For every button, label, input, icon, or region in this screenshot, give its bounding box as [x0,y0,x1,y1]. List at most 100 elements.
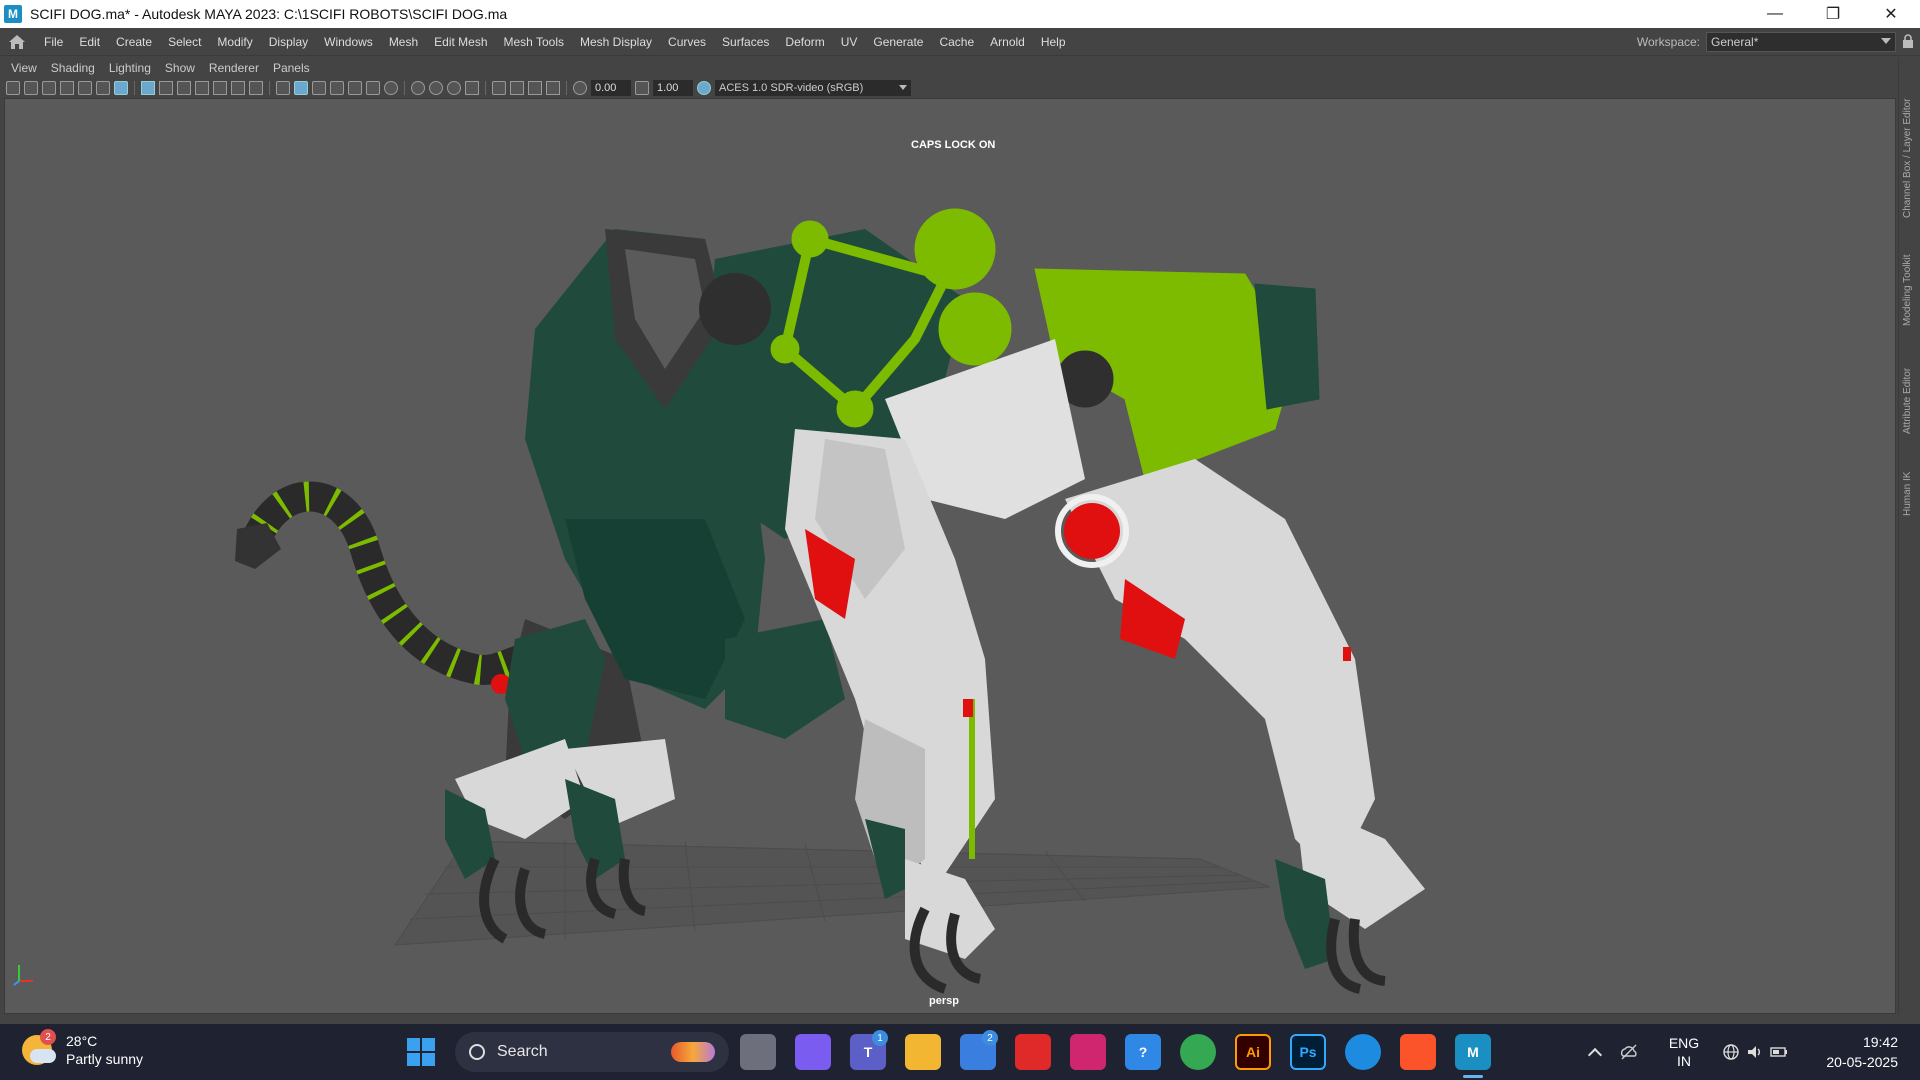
menu-display[interactable]: Display [261,35,316,49]
tab-modeling-toolkit[interactable]: Modeling Toolkit [1902,234,1918,326]
menu-deform[interactable]: Deform [777,35,832,49]
brave-icon[interactable] [1400,1034,1436,1070]
depth-of-field-icon[interactable] [528,81,542,95]
grid-icon[interactable] [141,81,155,95]
textured-icon[interactable] [330,81,344,95]
windows-logo-tile [422,1053,435,1066]
bookmark-icon[interactable] [42,81,56,95]
title-bar: M SCIFI DOG.ma* - Autodesk MAYA 2023: C:… [0,0,1920,28]
tab-channel-box[interactable]: Channel Box / Layer Editor [1902,68,1918,218]
menu-generate[interactable]: Generate [865,35,931,49]
gamma-icon[interactable] [635,81,649,95]
xray-icon[interactable] [429,81,443,95]
menu-edit[interactable]: Edit [71,35,108,49]
panel-menu-lighting[interactable]: Lighting [102,61,158,75]
microsoft-store-icon[interactable]: 2 [960,1030,998,1070]
exposure-icon[interactable] [573,81,587,95]
grease-pencil-icon[interactable] [78,81,92,95]
show-hidden-icons-chevron-icon[interactable] [1587,1047,1603,1063]
panel-menu-view[interactable]: View [4,61,44,75]
screen-space-ao-icon[interactable] [384,81,398,95]
menu-arnold[interactable]: Arnold [982,35,1033,49]
perspective-viewport[interactable]: CAPS LOCK ON persp [4,98,1896,1014]
maya-taskbar-icon[interactable]: M [1455,1034,1491,1078]
red-diamond-app-icon[interactable] [1015,1034,1051,1070]
smooth-shade-icon[interactable] [294,81,308,95]
panel-menu-renderer[interactable]: Renderer [202,61,266,75]
exposure-field[interactable]: 0.00 [591,80,631,96]
illustrator-icon[interactable]: Ai [1235,1034,1271,1070]
chrome-icon[interactable] [1180,1034,1216,1070]
start-button[interactable] [407,1038,435,1066]
menu-mesh-tools[interactable]: Mesh Tools [496,35,572,49]
image-plane-icon[interactable] [60,81,74,95]
gamma-field[interactable]: 1.00 [653,80,693,96]
onedrive-cloud-icon[interactable] [1620,1043,1638,1061]
forza-icon[interactable] [1070,1034,1106,1070]
color-space-dropdown[interactable]: ACES 1.0 SDR-video (sRGB) [715,80,911,96]
field-chart-icon[interactable] [213,81,227,95]
partly-sunny-icon: 2 [22,1029,56,1065]
resolution-gate-icon[interactable] [177,81,191,95]
menu-edit-mesh[interactable]: Edit Mesh [426,35,495,49]
copilot-icon[interactable] [795,1034,831,1070]
menu-windows[interactable]: Windows [316,35,381,49]
multisample-aa-icon[interactable] [510,81,524,95]
menu-help[interactable]: Help [1033,35,1074,49]
network-globe-icon[interactable] [1722,1043,1740,1061]
wireframe-icon[interactable] [276,81,290,95]
wireframe-on-shaded-icon[interactable] [312,81,326,95]
tab-human-ik[interactable]: Human IK [1902,456,1918,516]
task-view-icon[interactable] [740,1034,776,1070]
tab-attribute-editor[interactable]: Attribute Editor [1902,344,1918,434]
film-gate-icon[interactable] [159,81,173,95]
safe-title-icon[interactable] [249,81,263,95]
workspace-dropdown[interactable]: General* [1706,32,1896,52]
volume-icon[interactable] [1746,1043,1764,1061]
edge-icon[interactable] [1345,1034,1381,1070]
menu-curves[interactable]: Curves [660,35,714,49]
menu-mesh-display[interactable]: Mesh Display [572,35,660,49]
file-explorer-icon[interactable] [905,1034,941,1070]
motion-blur-icon[interactable] [492,81,506,95]
xray-components-icon[interactable] [465,81,479,95]
weather-widget[interactable]: 2 28°C Partly sunny [22,1029,143,1068]
panel-menu-show[interactable]: Show [158,61,202,75]
menu-select[interactable]: Select [160,35,209,49]
camera-attributes-icon[interactable] [24,81,38,95]
menu-modify[interactable]: Modify [209,35,260,49]
minimize-button[interactable]: — [1746,0,1804,28]
view-transform-icon[interactable] [546,81,560,95]
teams-icon[interactable]: T 1 [850,1030,888,1070]
2d-pan-zoom-icon[interactable] [96,81,110,95]
get-help-icon[interactable]: ? [1125,1034,1161,1070]
menu-cache[interactable]: Cache [931,35,982,49]
language-indicator[interactable]: ENG IN [1666,1034,1702,1070]
battery-icon[interactable] [1770,1043,1788,1061]
restore-button[interactable]: ❐ [1804,0,1862,28]
menu-surfaces[interactable]: Surfaces [714,35,777,49]
menu-file[interactable]: File [36,35,71,49]
menu-mesh[interactable]: Mesh [381,35,426,49]
use-all-lights-icon[interactable] [348,81,362,95]
camera-lock-icon[interactable] [114,81,128,95]
toolbar-divider [404,81,405,95]
color-management-icon[interactable] [697,81,711,95]
close-button[interactable]: ✕ [1862,0,1920,28]
safe-action-icon[interactable] [231,81,245,95]
xray-joints-icon[interactable] [447,81,461,95]
menu-create[interactable]: Create [108,35,160,49]
isolate-select-icon[interactable] [411,81,425,95]
menu-uv[interactable]: UV [833,35,866,49]
photoshop-icon[interactable]: Ps [1290,1034,1326,1070]
gate-mask-icon[interactable] [195,81,209,95]
camera-select-icon[interactable] [6,81,20,95]
lock-icon[interactable] [1902,34,1914,48]
home-icon[interactable] [8,34,26,50]
shadows-icon[interactable] [366,81,380,95]
panel-menu-panels[interactable]: Panels [266,61,317,75]
panel-menu-shading[interactable]: Shading [44,61,102,75]
robot-dog-model[interactable] [5,99,1896,1014]
taskbar-clock[interactable]: 19:42 20-05-2025 [1826,1032,1898,1072]
taskbar-search[interactable]: Search [455,1032,729,1072]
